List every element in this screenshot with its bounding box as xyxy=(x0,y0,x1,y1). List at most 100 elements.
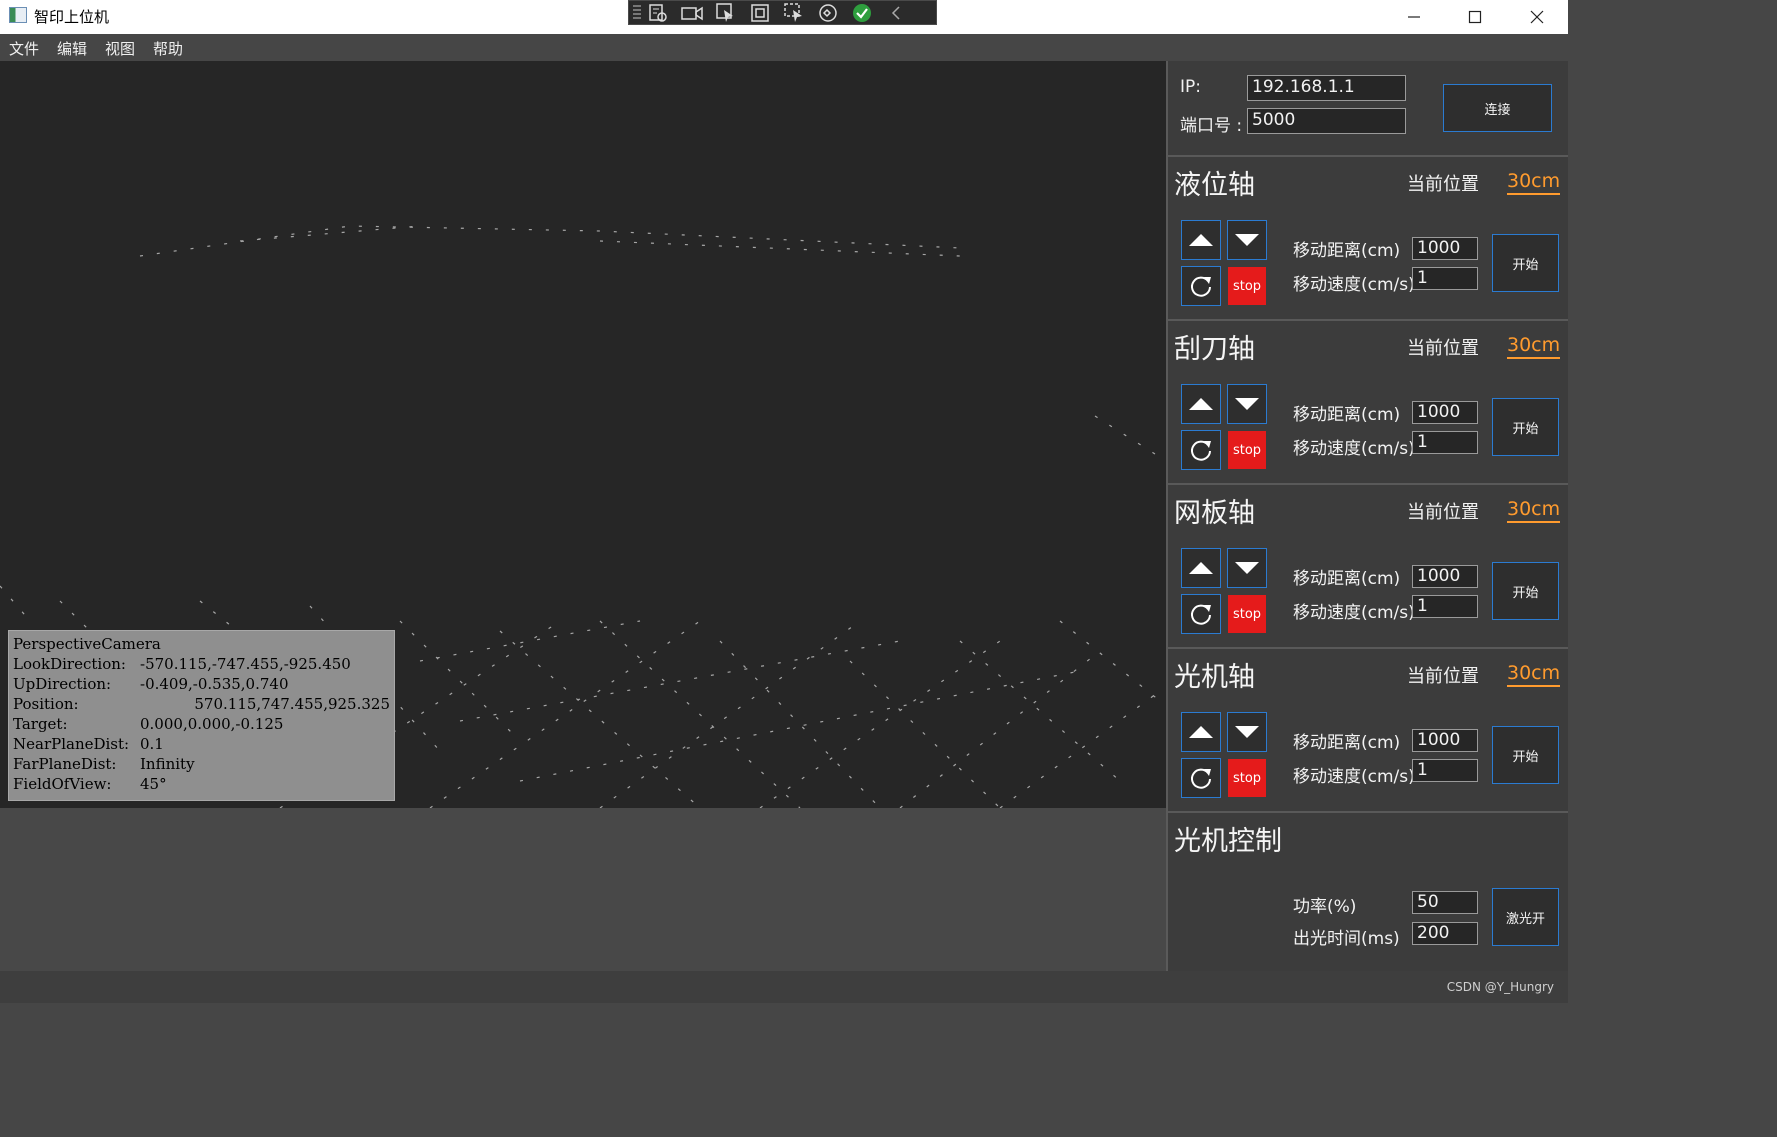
power-input[interactable]: 50 xyxy=(1412,891,1478,914)
window-title: 智印上位机 xyxy=(34,8,110,26)
camera-info-row: FarPlaneDist: Infinity xyxy=(13,755,195,773)
minimize-icon xyxy=(1408,16,1420,18)
camera-info-row: Position: 570.115,747.455,925.325 xyxy=(13,695,390,713)
move-down-button[interactable] xyxy=(1227,384,1267,424)
start-button[interactable]: 开始 xyxy=(1492,234,1559,292)
current-position-value: 30cm xyxy=(1507,333,1561,359)
axis-section-optical: 光机轴 当前位置 30cm stop 移动距离(cm) 1000 移动速度(cm… xyxy=(1168,647,1568,811)
speed-input[interactable]: 1 xyxy=(1412,267,1478,290)
track-focus-icon[interactable] xyxy=(777,1,811,25)
exposure-time-label: 出光时间(ms) xyxy=(1293,929,1400,949)
control-panel: IP: 192.168.1.1 端口号 : 5000 连接 液位轴 当前位置 3… xyxy=(1166,61,1568,971)
distance-label: 移动距离(cm) xyxy=(1293,569,1401,589)
port-input[interactable]: 5000 xyxy=(1247,108,1406,134)
select-element-icon[interactable] xyxy=(709,1,743,25)
refresh-icon xyxy=(1191,440,1211,461)
move-up-button[interactable] xyxy=(1181,220,1221,260)
start-button[interactable]: 开始 xyxy=(1492,562,1559,620)
toolbar-grip[interactable] xyxy=(633,4,641,21)
ip-input[interactable]: 192.168.1.1 xyxy=(1247,75,1406,101)
maximize-button[interactable] xyxy=(1444,0,1506,34)
triangle-up-icon xyxy=(1189,726,1213,738)
reset-button[interactable] xyxy=(1181,266,1221,306)
current-position-value: 30cm xyxy=(1507,661,1561,687)
hot-reload-status-icon[interactable] xyxy=(845,1,879,25)
current-position-label: 当前位置 xyxy=(1407,174,1479,195)
camera-icon[interactable] xyxy=(675,1,709,25)
speed-label: 移动速度(cm/s) xyxy=(1293,603,1415,623)
light-control-title: 光机控制 xyxy=(1174,826,1282,857)
distance-input[interactable]: 1000 xyxy=(1412,237,1478,260)
refresh-icon xyxy=(1191,604,1211,625)
axis-section-screen: 网板轴 当前位置 30cm stop 移动距离(cm) 1000 移动速度(cm… xyxy=(1168,483,1568,647)
exposure-time-input[interactable]: 200 xyxy=(1412,922,1478,945)
menu-file[interactable]: 文件 xyxy=(0,34,48,61)
move-down-button[interactable] xyxy=(1227,220,1267,260)
refresh-icon xyxy=(1191,276,1211,297)
distance-label: 移动距离(cm) xyxy=(1293,405,1401,425)
distance-label: 移动距离(cm) xyxy=(1293,733,1401,753)
start-button[interactable]: 开始 xyxy=(1492,726,1559,784)
distance-input[interactable]: 1000 xyxy=(1412,401,1478,424)
collapse-toolbar-icon[interactable] xyxy=(879,1,913,25)
axis-section-scraper: 刮刀轴 当前位置 30cm stop 移动距离(cm) 1000 移动速度(cm… xyxy=(1168,319,1568,483)
axis-title: 刮刀轴 xyxy=(1174,334,1255,365)
move-down-button[interactable] xyxy=(1227,712,1267,752)
minimize-button[interactable] xyxy=(1383,0,1445,34)
laser-on-button[interactable]: 激光开 xyxy=(1492,888,1559,946)
reset-button[interactable] xyxy=(1181,430,1221,470)
current-position-value: 30cm xyxy=(1507,497,1561,523)
connect-button[interactable]: 连接 xyxy=(1443,84,1552,132)
hot-reload-icon[interactable] xyxy=(811,1,845,25)
close-icon xyxy=(1530,10,1544,24)
camera-info-overlay: PerspectiveCamera LookDirection: -570.115… xyxy=(8,630,395,801)
bottom-area xyxy=(0,808,1166,971)
camera-info-row: UpDirection: -0.409,-0.535,0.740 xyxy=(13,675,289,693)
menu-view[interactable]: 视图 xyxy=(96,34,144,61)
axis-title: 液位轴 xyxy=(1174,170,1255,201)
speed-input[interactable]: 1 xyxy=(1412,595,1478,618)
triangle-down-icon xyxy=(1235,234,1259,246)
distance-input[interactable]: 1000 xyxy=(1412,565,1478,588)
current-position-label: 当前位置 xyxy=(1407,502,1479,523)
layout-adorner-icon[interactable] xyxy=(743,1,777,25)
move-up-button[interactable] xyxy=(1181,384,1221,424)
3d-viewport[interactable]: PerspectiveCamera LookDirection: -570.115… xyxy=(0,61,1166,808)
stop-button[interactable]: stop xyxy=(1228,431,1266,469)
close-button[interactable] xyxy=(1506,0,1568,34)
reset-button[interactable] xyxy=(1181,594,1221,634)
app-icon xyxy=(9,7,27,23)
speed-label: 移动速度(cm/s) xyxy=(1293,275,1415,295)
reset-button[interactable] xyxy=(1181,758,1221,798)
axis-title: 网板轴 xyxy=(1174,498,1255,529)
distance-input[interactable]: 1000 xyxy=(1412,729,1478,752)
title-bar: 智印上位机 xyxy=(0,0,1568,34)
camera-info-row: PerspectiveCamera xyxy=(13,635,161,653)
move-down-button[interactable] xyxy=(1227,548,1267,588)
move-up-button[interactable] xyxy=(1181,548,1221,588)
move-up-button[interactable] xyxy=(1181,712,1221,752)
ip-label: IP: xyxy=(1180,77,1201,97)
triangle-down-icon xyxy=(1235,726,1259,738)
speed-label: 移动速度(cm/s) xyxy=(1293,767,1415,787)
stop-button[interactable]: stop xyxy=(1228,267,1266,305)
menu-help[interactable]: 帮助 xyxy=(144,34,192,61)
stop-button[interactable]: stop xyxy=(1228,759,1266,797)
camera-info-row: NearPlaneDist: 0.1 xyxy=(13,735,164,753)
debug-toolbar xyxy=(628,0,937,25)
refresh-icon xyxy=(1191,768,1211,789)
power-label: 功率(%) xyxy=(1293,897,1357,917)
watermark-credit: CSDN @Y_Hungry xyxy=(1446,980,1554,994)
speed-input[interactable]: 1 xyxy=(1412,431,1478,454)
axis-title: 光机轴 xyxy=(1174,662,1255,693)
port-label: 端口号 : xyxy=(1180,116,1243,136)
start-button[interactable]: 开始 xyxy=(1492,398,1559,456)
triangle-down-icon xyxy=(1235,562,1259,574)
menu-edit[interactable]: 编辑 xyxy=(48,34,96,61)
camera-info-row: Target: 0.000,0.000,-0.125 xyxy=(13,715,284,733)
stop-button[interactable]: stop xyxy=(1228,595,1266,633)
live-tree-icon[interactable] xyxy=(641,1,675,25)
speed-input[interactable]: 1 xyxy=(1412,759,1478,782)
light-control-section: 光机控制 功率(%) 50 出光时间(ms) 200 激光开 xyxy=(1168,811,1568,971)
camera-info-row: LookDirection: -570.115,-747.455,-925.450 xyxy=(13,655,351,673)
